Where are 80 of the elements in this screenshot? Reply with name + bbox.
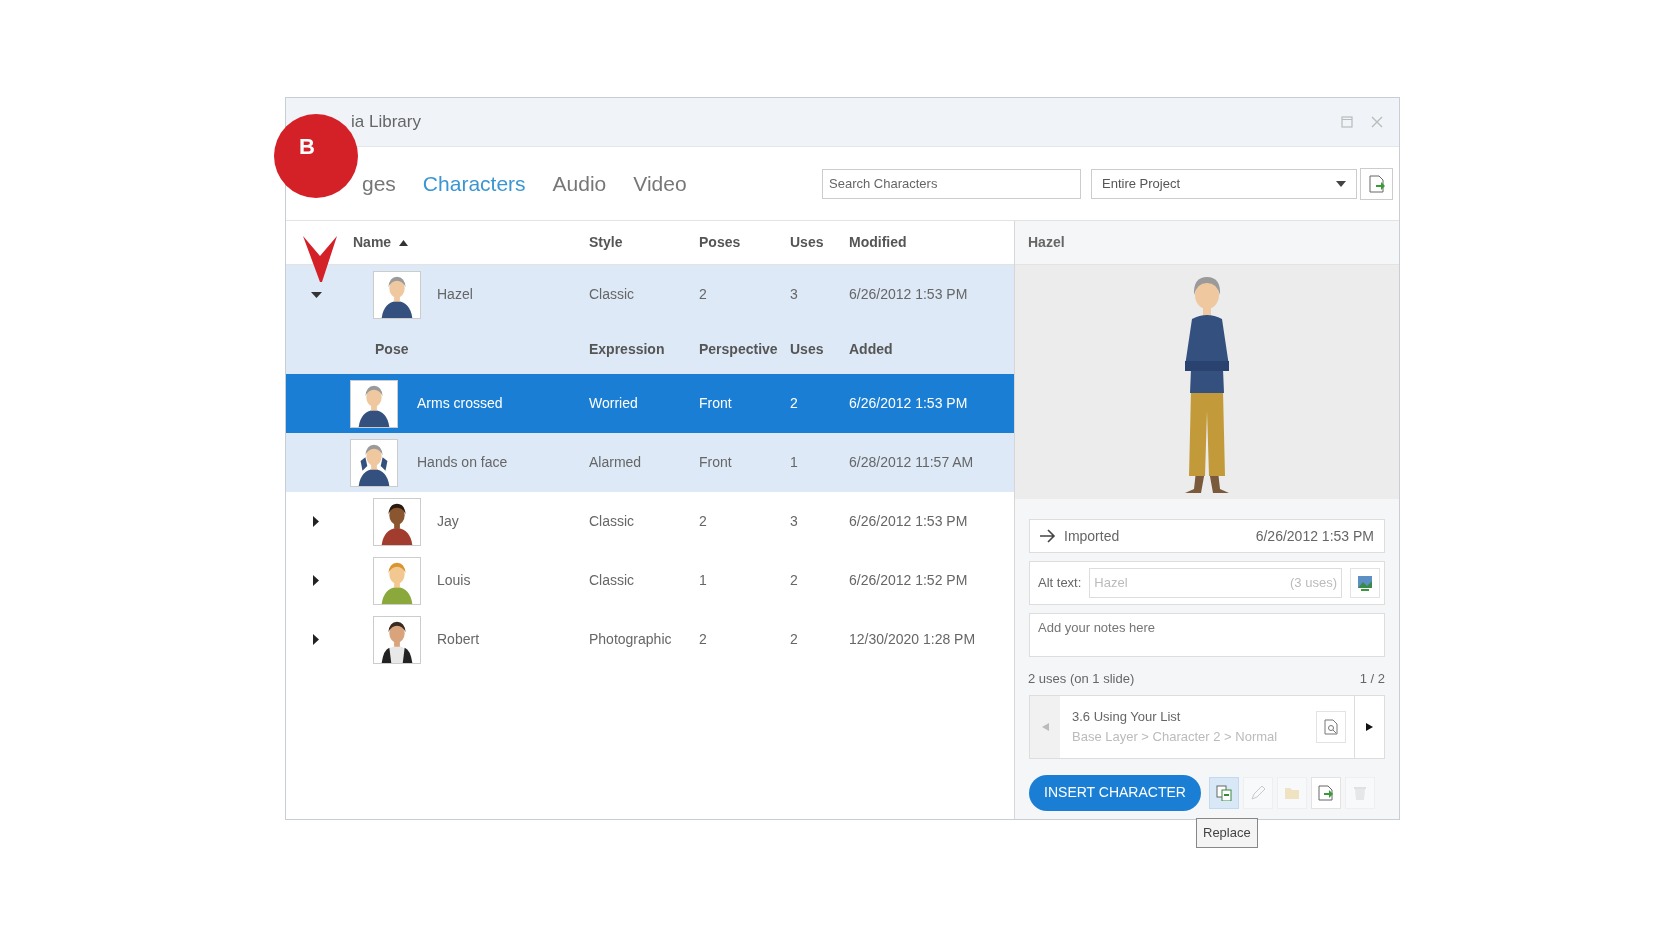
- replace-button[interactable]: [1209, 776, 1239, 809]
- table-cell-text: 2: [699, 285, 708, 304]
- field-label: Alt text:: [1038, 574, 1082, 593]
- table-cell-text: 3: [790, 512, 799, 531]
- import-date: 6/26/2012 1:53 PM: [1255, 526, 1374, 546]
- table-cell-text: 1: [790, 453, 799, 472]
- column-header[interactable]: Name: [353, 232, 409, 253]
- table-cell-text: Front: [699, 394, 733, 413]
- table-cell-text: Jay: [437, 512, 459, 531]
- export-button[interactable]: [1311, 776, 1341, 809]
- document-export-icon: [1368, 174, 1385, 193]
- table-cell-text: 2: [790, 571, 799, 590]
- pencil-icon: [1250, 784, 1266, 801]
- column-header[interactable]: Expression: [589, 338, 699, 360]
- window-title: ia Library: [351, 111, 421, 134]
- table-cell-text: 6/26/2012 1:53 PM: [849, 394, 969, 413]
- page-indicator: 1 / 2: [1359, 670, 1385, 688]
- caret-icon: [1336, 180, 1346, 187]
- import-label: Imported: [1064, 526, 1120, 546]
- document-search-icon: [1324, 718, 1338, 735]
- table-cell-text: Front: [699, 453, 733, 472]
- caret-down-icon[interactable]: [310, 291, 322, 298]
- column-header[interactable]: Style: [589, 232, 623, 253]
- export-button[interactable]: [1360, 167, 1393, 200]
- table-cell-text: 6/26/2012 1:53 PM: [849, 512, 969, 531]
- table-cell-text: Classic: [589, 512, 636, 531]
- table-cell-text: Arms crossed: [417, 394, 503, 413]
- preview-button[interactable]: [1316, 710, 1346, 743]
- column-header[interactable]: Pose: [346, 338, 589, 360]
- table-cell-text: 2: [699, 630, 708, 649]
- table-cell-text: 2: [790, 630, 799, 649]
- slide-title[interactable]: 3.6 Using Your List: [1072, 707, 1316, 727]
- image-icon: [1357, 575, 1373, 591]
- tab[interactable]: Video: [633, 167, 687, 200]
- table-cell-text: 1: [699, 571, 708, 590]
- table-cell-text: 6/28/2012 11:57 AM: [849, 453, 975, 472]
- next-icon[interactable]: [1366, 722, 1373, 731]
- column-header[interactable]: Modified: [849, 232, 907, 253]
- table-row[interactable]: Hands on face Alarmed Front 1 6/28/2012 11:57 AM: [286, 433, 1014, 492]
- search-field[interactable]: Search Characters: [822, 168, 1081, 199]
- table-cell-text: Worried: [589, 394, 639, 413]
- replace-icon: [1216, 784, 1232, 801]
- column-header[interactable]: Added: [849, 338, 1014, 360]
- annotation-arrow: [303, 236, 337, 282]
- sort-ascending-icon: [399, 239, 409, 246]
- table-cell-text: Hazel: [437, 285, 473, 304]
- caret-right-icon[interactable]: [313, 575, 319, 586]
- arrow-right-icon: [1040, 529, 1056, 543]
- insert-button[interactable]: INSERT CHARACTER: [1029, 774, 1201, 811]
- table-cell-text: Classic: [589, 571, 636, 590]
- layer-path: Base Layer > Character 2 > Normal: [1072, 727, 1279, 746]
- table-cell-text: Robert: [437, 630, 480, 649]
- table-cell-text: Louis: [437, 571, 471, 590]
- table-cell-text: 6/26/2012 1:53 PM: [849, 285, 969, 304]
- table-cell-text: Classic: [589, 285, 636, 304]
- table-cell-text: 2: [790, 394, 799, 413]
- table-row[interactable]: Arms crossed Worried Front 2 6/26/2012 1:53 PM: [286, 374, 1014, 433]
- notes-field[interactable]: Add your notes here: [1029, 613, 1385, 657]
- trash-icon: [1352, 784, 1368, 801]
- document-export-icon: [1318, 784, 1334, 801]
- table-cell-text: 3: [790, 285, 799, 304]
- table-cell-text: Hands on face: [417, 453, 508, 472]
- image-button[interactable]: [1350, 568, 1380, 598]
- caret-right-icon[interactable]: [313, 516, 319, 527]
- table-cell-text: 12/30/2020 1:28 PM: [849, 630, 977, 649]
- table-cell-text: Photographic: [589, 630, 673, 649]
- column-header[interactable]: Uses: [790, 232, 824, 253]
- tab[interactable]: ges: [362, 167, 396, 200]
- table-cell-text: 6/26/2012 1:52 PM: [849, 571, 969, 590]
- caret-right-icon[interactable]: [313, 634, 319, 645]
- column-header[interactable]: Poses: [699, 232, 741, 253]
- scope-dropdown[interactable]: Entire Project: [1091, 168, 1357, 199]
- tab[interactable]: Characters: [422, 167, 526, 200]
- column-header[interactable]: Perspective: [699, 338, 790, 360]
- uses-summary: 2 uses (on 1 slide): [1028, 670, 1135, 688]
- table-cell-text: 2: [699, 512, 708, 531]
- tooltip: Replace: [1196, 818, 1258, 848]
- column-header[interactable]: Uses: [790, 338, 849, 360]
- tab[interactable]: Audio: [552, 167, 607, 200]
- table-cell-text: Alarmed: [589, 453, 643, 472]
